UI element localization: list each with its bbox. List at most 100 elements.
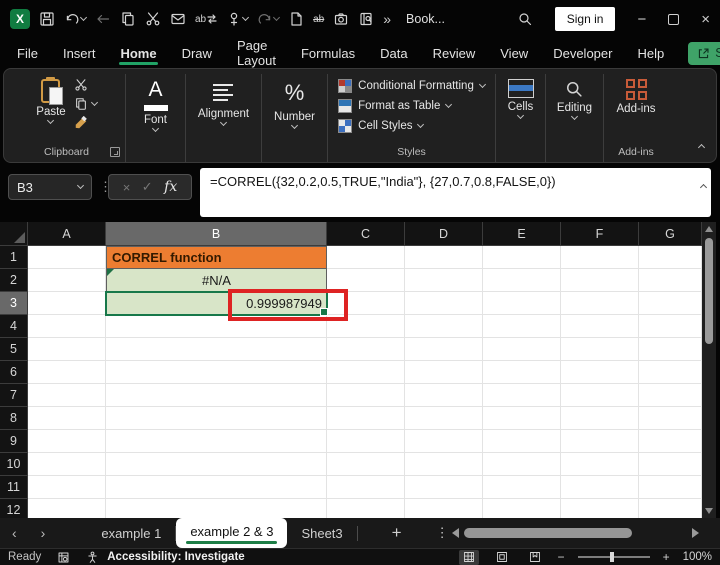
cell-e4[interactable] <box>483 315 561 338</box>
row-header-3[interactable]: 3 <box>0 292 28 315</box>
cell-d6[interactable] <box>405 361 483 384</box>
cell-d4[interactable] <box>405 315 483 338</box>
cell-e9[interactable] <box>483 430 561 453</box>
cell-c10[interactable] <box>327 453 405 476</box>
cell-e2[interactable] <box>483 269 561 292</box>
tab-developer[interactable]: Developer <box>552 41 613 66</box>
paste-button[interactable]: Paste <box>36 76 66 130</box>
cell-d1[interactable] <box>405 246 483 269</box>
cell-c1[interactable] <box>327 246 405 269</box>
sheet-prev-button[interactable]: ‹ <box>0 525 29 541</box>
back-button[interactable] <box>95 11 111 27</box>
cell-g3[interactable] <box>639 292 702 315</box>
copy-button[interactable] <box>120 11 136 27</box>
cell-d10[interactable] <box>405 453 483 476</box>
cell-e3[interactable] <box>483 292 561 315</box>
tab-data[interactable]: Data <box>379 41 408 66</box>
cell-f5[interactable] <box>561 338 639 361</box>
new-file-button[interactable] <box>288 11 304 27</box>
camera-button[interactable] <box>333 11 349 27</box>
cell-g2[interactable] <box>639 269 702 292</box>
column-header-f[interactable]: F <box>561 222 639 246</box>
zoom-level[interactable]: 100% <box>683 551 712 563</box>
cell-d2[interactable] <box>405 269 483 292</box>
cell-b7[interactable] <box>106 384 327 407</box>
cell-e1[interactable] <box>483 246 561 269</box>
ribbon-collapse-button[interactable] <box>697 137 706 155</box>
conditional-formatting-button[interactable]: Conditional Formatting <box>338 79 486 93</box>
row-header-4[interactable]: 4 <box>0 315 28 338</box>
name-box[interactable]: B3 <box>8 174 92 200</box>
font-button[interactable]: A Font <box>143 76 168 133</box>
scroll-right-arrow[interactable] <box>692 528 699 538</box>
scroll-down-arrow[interactable] <box>705 508 713 514</box>
cell-f12[interactable] <box>561 499 639 518</box>
zoom-slider[interactable] <box>577 552 650 562</box>
row-header-12[interactable]: 12 <box>0 499 28 518</box>
sheet-next-button[interactable]: › <box>29 525 58 541</box>
cell-g9[interactable] <box>639 430 702 453</box>
column-header-b[interactable]: B <box>106 222 327 246</box>
maximize-button[interactable] <box>668 13 680 25</box>
insert-function-button[interactable]: fx <box>164 179 177 195</box>
copy-button[interactable] <box>74 97 98 111</box>
cell-b8[interactable] <box>106 407 327 430</box>
cell-c11[interactable] <box>327 476 405 499</box>
cell-e10[interactable] <box>483 453 561 476</box>
cell-a5[interactable] <box>28 338 106 361</box>
strikethrough-button[interactable]: ab <box>313 14 324 25</box>
close-button[interactable]: × <box>701 12 710 27</box>
redo-button[interactable] <box>257 11 281 27</box>
accessibility-checker-button[interactable] <box>86 551 99 564</box>
tab-page-layout[interactable]: Page Layout <box>236 33 277 73</box>
cell-b10[interactable] <box>106 453 327 476</box>
sheet-tab-sheet3[interactable]: Sheet3 <box>287 518 356 548</box>
row-header-10[interactable]: 10 <box>0 453 28 476</box>
zoom-slider-thumb[interactable] <box>609 552 614 562</box>
cell-g5[interactable] <box>639 338 702 361</box>
cell-g10[interactable] <box>639 453 702 476</box>
tab-insert[interactable]: Insert <box>62 41 97 66</box>
column-header-d[interactable]: D <box>405 222 483 246</box>
cell-a4[interactable] <box>28 315 106 338</box>
cell-d3[interactable] <box>405 292 483 315</box>
cell-g8[interactable] <box>639 407 702 430</box>
column-header-e[interactable]: E <box>483 222 561 246</box>
cell-g1[interactable] <box>639 246 702 269</box>
lookup-button[interactable] <box>358 11 374 27</box>
row-header-5[interactable]: 5 <box>0 338 28 361</box>
cell-c9[interactable] <box>327 430 405 453</box>
format-as-table-button[interactable]: Format as Table <box>338 99 453 113</box>
tab-view[interactable]: View <box>499 41 529 66</box>
row-header-7[interactable]: 7 <box>0 384 28 407</box>
select-all-button[interactable] <box>0 222 28 246</box>
row-header-8[interactable]: 8 <box>0 407 28 430</box>
cell-e11[interactable] <box>483 476 561 499</box>
alignment-button[interactable]: Alignment <box>198 76 249 127</box>
cell-a2[interactable] <box>28 269 106 292</box>
cells-button[interactable]: Cells <box>507 76 534 120</box>
cell-f7[interactable] <box>561 384 639 407</box>
search-button[interactable] <box>517 11 533 27</box>
cell-d5[interactable] <box>405 338 483 361</box>
sign-in-button[interactable]: Sign in <box>554 7 616 31</box>
cell-b9[interactable] <box>106 430 327 453</box>
horizontal-scrollbar-thumb[interactable] <box>464 528 632 538</box>
cell-f6[interactable] <box>561 361 639 384</box>
cell-f9[interactable] <box>561 430 639 453</box>
cell-f11[interactable] <box>561 476 639 499</box>
cell-b11[interactable] <box>106 476 327 499</box>
zoom-out-button[interactable]: − <box>558 550 565 564</box>
cell-b1[interactable]: CORREL function <box>106 246 327 269</box>
cell-a7[interactable] <box>28 384 106 407</box>
save-button[interactable] <box>39 11 55 27</box>
page-layout-view-button[interactable] <box>492 550 512 565</box>
cell-d7[interactable] <box>405 384 483 407</box>
cell-a11[interactable] <box>28 476 106 499</box>
cell-a8[interactable] <box>28 407 106 430</box>
cell-g11[interactable] <box>639 476 702 499</box>
cell-g6[interactable] <box>639 361 702 384</box>
cell-e8[interactable] <box>483 407 561 430</box>
cell-c8[interactable] <box>327 407 405 430</box>
cell-c12[interactable] <box>327 499 405 518</box>
